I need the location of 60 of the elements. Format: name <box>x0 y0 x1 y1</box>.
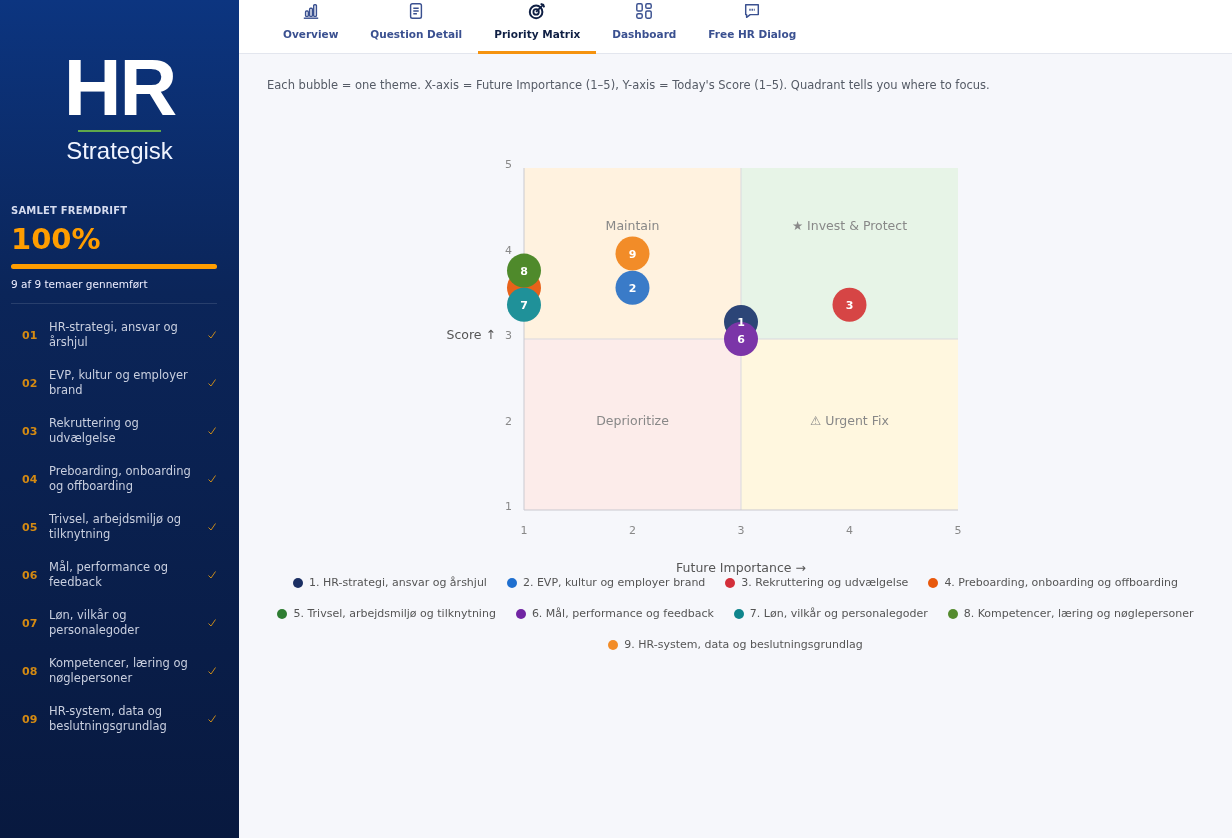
legend-label: 4. Preboarding, onboarding og offboarding <box>944 576 1178 589</box>
bubble-number: 9 <box>628 247 636 261</box>
x-axis-label: Future Importance → <box>675 560 806 575</box>
tab[interactable]: Question Detail <box>354 0 479 54</box>
theme-item[interactable]: 06 Mål, performance og feedback <box>11 551 217 599</box>
theme-bubble[interactable] <box>615 270 649 305</box>
bar-chart-icon <box>301 2 320 20</box>
theme-item[interactable]: 08 Kompetencer, læring og nøglepersoner <box>11 647 217 695</box>
y-tick-label: 5 <box>504 158 512 171</box>
theme-item[interactable]: 09 HR-system, data og beslutningsgrundlag <box>11 695 217 743</box>
target-icon <box>528 2 547 20</box>
bubble-number: 2 <box>628 281 636 295</box>
theme-bubble[interactable] <box>506 253 541 288</box>
quadrant-label: Maintain <box>605 218 659 234</box>
quadrant-label: Deprioritize <box>595 412 669 428</box>
progress-label: SAMLET FREMDRIFT <box>11 205 129 216</box>
theme-item[interactable]: 07 Løn, vilkår og personalegoder <box>11 599 217 647</box>
y-tick-label: 3 <box>504 329 512 342</box>
theme-item[interactable]: 01 HR-strategi, ansvar og årshjul <box>11 311 217 359</box>
legend-label: 5. Trivsel, arbejdsmiljø og tilknytning <box>293 607 496 620</box>
legend-label: 6. Mål, performance og feedback <box>531 607 714 620</box>
legend-label: 8. Kompetencer, læring og nøglepersoner <box>963 607 1194 620</box>
legend-label: 7. Løn, vilkår og personalegoder <box>749 607 928 620</box>
description-text: Each bubble = one theme. X-axis = Future Importance (1–5), Y-axis = Today's Score (1–5). Quadrant tells you where to focus. <box>267 78 991 92</box>
tab[interactable]: Dashboard <box>596 0 693 54</box>
chat-icon <box>743 2 762 20</box>
theme-item[interactable]: 02 EVP, kultur og employer brand <box>11 359 217 407</box>
x-tick-label: 5 <box>954 524 961 537</box>
theme-bubble[interactable] <box>506 287 541 322</box>
legend-label: 1. HR-strategi, ansvar og årshjul <box>309 576 487 589</box>
progress-value: 100% <box>11 222 102 256</box>
theme-bubble[interactable] <box>832 287 866 322</box>
x-tick-label: 3 <box>737 524 744 537</box>
y-axis-label: Score ↑ <box>446 327 496 342</box>
bubble-number: 1 <box>736 315 745 329</box>
logo-subtitle: Strategisk <box>66 137 173 165</box>
y-tick-label: 4 <box>504 243 512 257</box>
legend-label: 9. HR-system, data og beslutningsgrundlag <box>624 638 863 651</box>
quadrant-label: ★ Invest & Protect <box>791 218 907 234</box>
quadrant-label: ⚠ Urgent Fix <box>809 412 889 428</box>
theme-item[interactable]: 04 Preboarding, onboarding og offboarding <box>11 455 217 503</box>
tab[interactable]: Overview <box>267 0 355 54</box>
x-tick-label: 4 <box>845 524 853 537</box>
y-tick-label: 2 <box>504 414 512 428</box>
bubble-number: 7 <box>519 298 528 312</box>
tab[interactable]: Free HR Dialog <box>692 0 813 54</box>
theme-item[interactable]: 05 Trivsel, arbejdsmiljø og tilknytning <box>11 503 217 551</box>
dashboard-icon <box>635 2 654 20</box>
bubble-number: 8 <box>519 264 528 278</box>
bubble-number: 6 <box>736 333 745 346</box>
x-tick-label: 1 <box>520 524 527 537</box>
legend-label: 3. Rekruttering og udvælgelse <box>741 576 909 589</box>
tab[interactable]: Priority Matrix <box>478 0 597 54</box>
logo-title: HR <box>63 52 176 124</box>
bubble-number: 3 <box>845 298 853 312</box>
y-tick-label: 1 <box>504 500 512 513</box>
x-tick-label: 2 <box>628 524 636 537</box>
legend-label: 2. EVP, kultur og employer brand <box>522 576 706 589</box>
progress-caption: 9 af 9 temaer gennemført <box>11 278 217 304</box>
theme-item[interactable]: 03 Rekruttering og udvælgelse <box>11 407 217 455</box>
